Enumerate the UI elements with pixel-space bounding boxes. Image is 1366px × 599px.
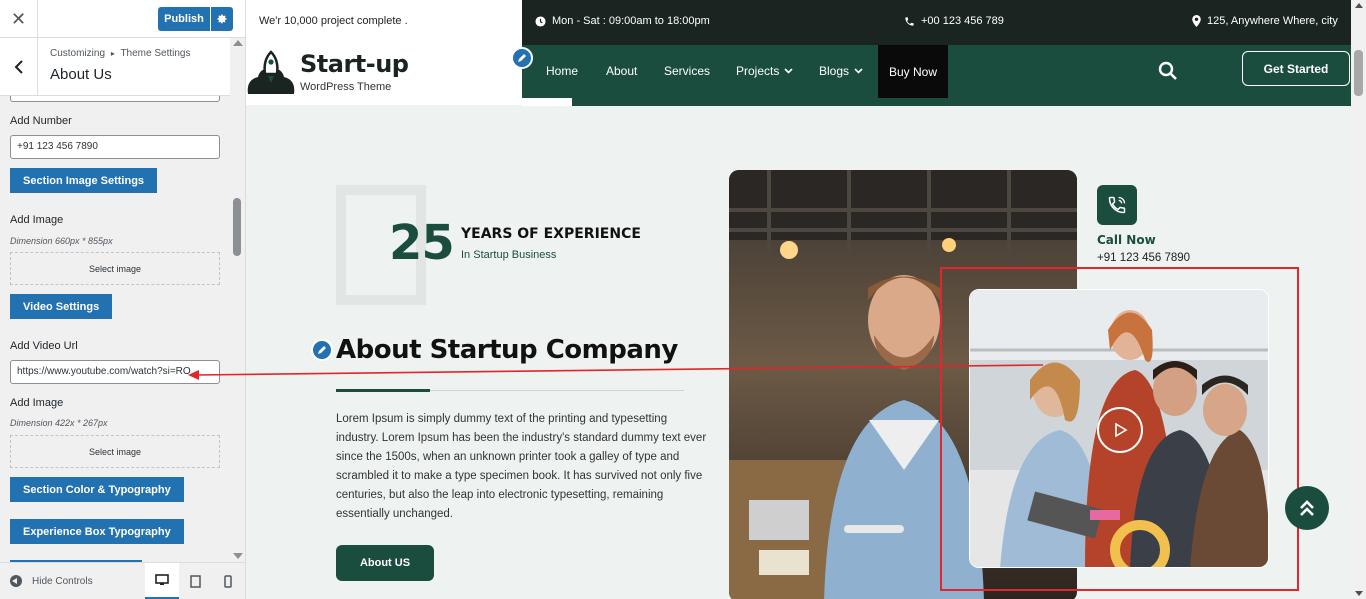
phone-info: +00 123 456 789 bbox=[904, 15, 1004, 27]
select-image-button[interactable]: Select image bbox=[10, 435, 220, 468]
experience-box-typography-button[interactable]: Experience Box Typography bbox=[10, 519, 184, 544]
nav-buy-now[interactable]: Buy Now bbox=[878, 45, 948, 98]
site-preview: We'r 10,000 project complete . Mon - Sat… bbox=[246, 0, 1351, 599]
preview-scrollbar[interactable] bbox=[1351, 0, 1366, 599]
add-image-label: Add Image bbox=[10, 214, 64, 226]
call-phone-icon[interactable] bbox=[1097, 185, 1137, 225]
breadcrumb: Customizing ▸ Theme Settings bbox=[50, 48, 190, 59]
scrollbar-thumb[interactable] bbox=[1354, 50, 1363, 96]
gear-icon[interactable] bbox=[211, 7, 233, 31]
previous-field[interactable] bbox=[10, 96, 220, 102]
select-image-button[interactable]: Select image bbox=[10, 252, 220, 285]
scroll-up-icon[interactable] bbox=[1355, 3, 1363, 8]
hide-controls-button[interactable]: Hide Controls bbox=[10, 575, 93, 587]
controls-panel: Add Number +91 123 456 7890 Section Imag… bbox=[0, 96, 230, 562]
call-number[interactable]: +91 123 456 7890 bbox=[1097, 252, 1190, 264]
address-info: 125, Anywhere Where, city bbox=[1192, 15, 1338, 27]
phone-icon bbox=[905, 16, 914, 26]
scrollbar-thumb[interactable] bbox=[233, 198, 241, 256]
breadcrumb-root: Customizing bbox=[50, 48, 106, 59]
highlight-box bbox=[940, 267, 1299, 591]
address-text: 125, Anywhere Where, city bbox=[1207, 15, 1338, 27]
nav-blogs-label: Blogs bbox=[819, 64, 850, 78]
call-now-label: Call Now bbox=[1097, 233, 1156, 247]
experience-number: 25 bbox=[389, 215, 455, 271]
logo-title: Start-up bbox=[300, 50, 409, 78]
mobile-preview-icon[interactable] bbox=[211, 563, 245, 599]
sidebar-scrollbar[interactable] bbox=[230, 38, 245, 562]
breadcrumb-separator-icon: ▸ bbox=[110, 49, 115, 58]
get-started-button[interactable]: Get Started bbox=[1242, 51, 1350, 86]
about-us-button[interactable]: About US bbox=[336, 545, 434, 581]
customizer-header: ✕ Publish bbox=[0, 0, 245, 38]
scroll-down-icon[interactable] bbox=[1355, 591, 1363, 596]
experience-title: YEARS OF EXPERIENCE bbox=[461, 226, 641, 242]
image-dimension-note: Dimension 660px * 855px bbox=[10, 236, 113, 246]
add-number-input[interactable]: +91 123 456 7890 bbox=[10, 135, 220, 159]
nav-blogs[interactable]: Blogs bbox=[819, 64, 863, 78]
topbar: Mon - Sat : 09:00am to 18:00pm +00 123 4… bbox=[522, 0, 1351, 45]
close-icon[interactable]: ✕ bbox=[0, 0, 38, 38]
experience-subtitle: In Startup Business bbox=[461, 249, 557, 261]
nav-home[interactable]: Home bbox=[546, 64, 578, 78]
logo-subtitle: WordPress Theme bbox=[300, 81, 392, 93]
site-logo[interactable]: Start-up WordPress Theme bbox=[246, 45, 522, 105]
chevron-down-icon bbox=[854, 68, 863, 74]
topbar-announcement: We'r 10,000 project complete . bbox=[246, 0, 522, 45]
nav-about[interactable]: About bbox=[606, 64, 637, 78]
about-heading: About Startup Company bbox=[336, 335, 678, 365]
nav-divider bbox=[522, 98, 572, 106]
clock-icon bbox=[535, 15, 546, 27]
tablet-preview-icon[interactable] bbox=[178, 563, 212, 599]
double-chevron-up-icon bbox=[1300, 500, 1314, 516]
edit-pencil-icon[interactable] bbox=[311, 339, 333, 361]
hours-text: Mon - Sat : 09:00am to 18:00pm bbox=[552, 15, 710, 27]
nav-projects-label: Projects bbox=[736, 64, 780, 78]
hours-info: Mon - Sat : 09:00am to 18:00pm bbox=[535, 15, 710, 27]
section-title: About Us bbox=[50, 66, 112, 83]
image-dimension-note: Dimension 422x * 267px bbox=[10, 418, 108, 428]
video-url-input[interactable]: https://www.youtube.com/watch?si=RO bbox=[10, 360, 220, 384]
publish-button[interactable]: Publish bbox=[158, 7, 210, 31]
rocket-logo-icon bbox=[247, 50, 295, 94]
nav-services[interactable]: Services bbox=[664, 64, 710, 78]
project-count-text: We'r 10,000 project complete . bbox=[259, 15, 408, 27]
add-image-label: Add Image bbox=[10, 397, 64, 409]
nav-projects[interactable]: Projects bbox=[736, 64, 793, 78]
video-settings-button[interactable]: Video Settings bbox=[10, 294, 113, 319]
add-number-label: Add Number bbox=[10, 115, 72, 127]
customizer-sidebar: ✕ Publish Customizing ▸ Theme Settings A… bbox=[0, 0, 246, 599]
edit-pencil-icon[interactable] bbox=[511, 47, 533, 69]
search-icon[interactable] bbox=[1158, 61, 1178, 81]
add-video-url-label: Add Video Url bbox=[10, 340, 78, 352]
breadcrumb-section: Theme Settings bbox=[120, 48, 191, 59]
desktop-preview-icon[interactable] bbox=[145, 563, 179, 599]
phone-text: +00 123 456 789 bbox=[921, 15, 1004, 27]
section-color-typography-button[interactable]: Section Color & Typography bbox=[10, 477, 184, 502]
chevron-down-icon bbox=[784, 68, 793, 74]
back-arrow-icon[interactable] bbox=[0, 38, 38, 96]
scroll-up-icon[interactable] bbox=[233, 40, 243, 46]
about-paragraph: Lorem Ipsum is simply dummy text of the … bbox=[336, 413, 707, 520]
collapse-icon bbox=[10, 575, 22, 587]
scroll-down-icon[interactable] bbox=[233, 553, 243, 559]
customizer-footer: Hide Controls bbox=[0, 562, 245, 599]
heading-divider-accent bbox=[336, 389, 430, 392]
section-image-settings-button[interactable]: Section Image Settings bbox=[10, 168, 158, 193]
section-header: Customizing ▸ Theme Settings About Us bbox=[0, 38, 230, 96]
main-navigation: Home About Services Projects Blogs Buy N… bbox=[522, 45, 1351, 106]
location-pin-icon bbox=[1192, 15, 1201, 27]
scroll-to-top-button[interactable] bbox=[1285, 486, 1329, 530]
hide-controls-label: Hide Controls bbox=[32, 575, 93, 587]
